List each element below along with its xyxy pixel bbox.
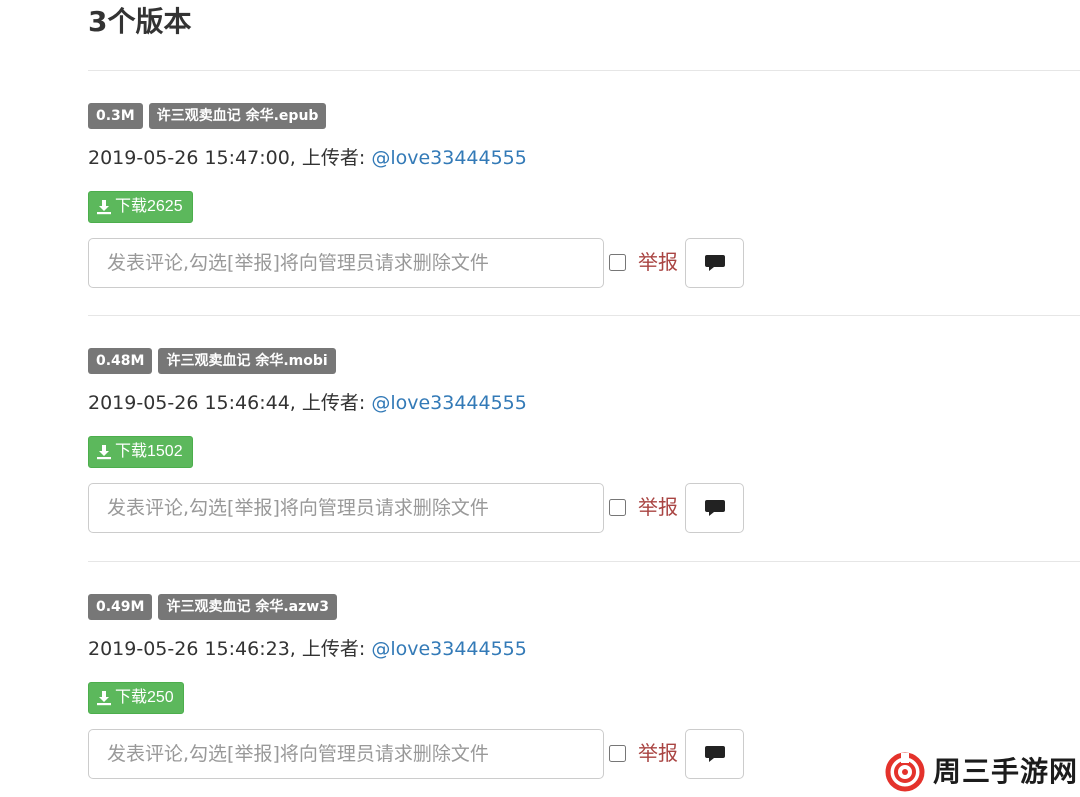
uploader-link[interactable]: @love33444555 xyxy=(371,147,527,169)
file-badges: 0.49M 许三观卖血记 余华.azw3 xyxy=(88,594,337,620)
upload-meta: 2019-05-26 15:46:44, 上传者: @love33444555 xyxy=(88,390,527,416)
comment-submit-button[interactable] xyxy=(685,483,744,533)
upload-meta: 2019-05-26 15:47:00, 上传者: @love33444555 xyxy=(88,145,527,171)
download-button[interactable]: 下载250 xyxy=(88,682,184,714)
upload-timestamp: 2019-05-26 15:46:23, 上传者: xyxy=(88,638,372,660)
download-button[interactable]: 下载2625 xyxy=(88,191,193,223)
file-badges: 0.48M 许三观卖血记 余华.mobi xyxy=(88,348,336,374)
download-label: 下载1502 xyxy=(115,443,183,460)
file-size-badge: 0.3M xyxy=(88,103,143,129)
uploader-link[interactable]: @love33444555 xyxy=(371,638,527,660)
download-label: 下载250 xyxy=(115,689,174,706)
download-label: 下载2625 xyxy=(115,198,183,215)
download-icon xyxy=(97,200,111,215)
report-checkbox[interactable] xyxy=(609,254,626,271)
comment-submit-button[interactable] xyxy=(685,238,744,288)
upload-timestamp: 2019-05-26 15:46:44, 上传者: xyxy=(88,392,372,414)
comment-submit-button[interactable] xyxy=(685,729,744,779)
upload-timestamp: 2019-05-26 15:47:00, 上传者: xyxy=(88,147,372,169)
download-icon xyxy=(97,445,111,460)
comment-input[interactable] xyxy=(88,483,604,533)
file-name-badge: 许三观卖血记 余华.mobi xyxy=(158,348,336,374)
download-button[interactable]: 下载1502 xyxy=(88,436,193,468)
comment-input[interactable] xyxy=(88,729,604,779)
page-title: 3个版本 xyxy=(88,5,192,38)
report-label[interactable]: 举报 xyxy=(638,493,678,521)
report-label[interactable]: 举报 xyxy=(638,739,678,767)
comment-icon xyxy=(704,500,725,516)
site-watermark: 周三手游网 xyxy=(883,752,1078,792)
report-checkbox[interactable] xyxy=(609,745,626,762)
divider xyxy=(88,70,1080,71)
comment-icon xyxy=(704,746,725,762)
file-name-badge: 许三观卖血记 余华.azw3 xyxy=(158,594,337,620)
report-checkbox[interactable] xyxy=(609,499,626,516)
report-label[interactable]: 举报 xyxy=(638,248,678,276)
file-name-badge: 许三观卖血记 余华.epub xyxy=(148,103,327,129)
download-icon xyxy=(97,691,111,706)
file-size-badge: 0.49M xyxy=(88,594,153,620)
comment-icon xyxy=(704,255,725,271)
comment-input[interactable] xyxy=(88,238,604,288)
upload-meta: 2019-05-26 15:46:23, 上传者: @love33444555 xyxy=(88,636,527,662)
divider xyxy=(88,315,1080,316)
watermark-text: 周三手游网 xyxy=(933,755,1079,788)
file-badges: 0.3M 许三观卖血记 余华.epub xyxy=(88,103,327,129)
uploader-link[interactable]: @love33444555 xyxy=(371,392,527,414)
version-item-mobi: 0.48M 许三观卖血记 余华.mobi 2019-05-26 15:46:44… xyxy=(88,348,1080,538)
version-item-epub: 0.3M 许三观卖血记 余华.epub 2019-05-26 15:47:00,… xyxy=(88,103,1080,293)
divider xyxy=(88,561,1080,562)
spiral-logo-icon xyxy=(885,752,925,792)
file-size-badge: 0.48M xyxy=(88,348,153,374)
